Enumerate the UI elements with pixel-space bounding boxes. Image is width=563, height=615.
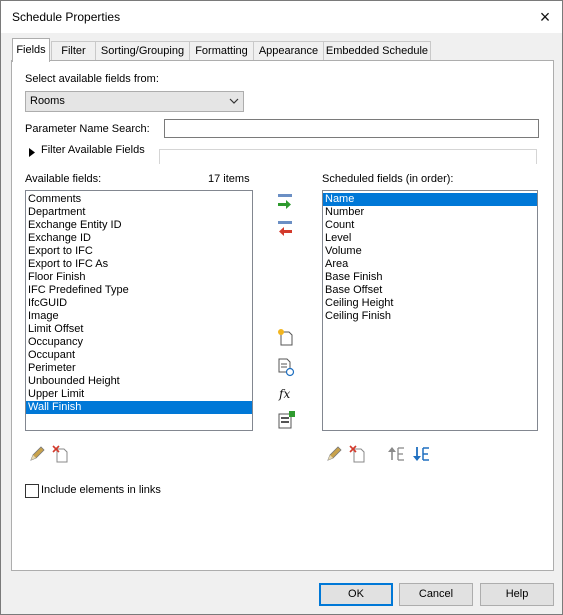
close-button[interactable]: ×: [527, 3, 563, 31]
category-dropdown-value: Rooms: [30, 95, 65, 107]
new-parameter-button[interactable]: [276, 327, 296, 347]
list-item[interactable]: Exchange ID: [26, 232, 252, 245]
list-item[interactable]: Ceiling Height: [323, 297, 537, 310]
tab-appearance[interactable]: Appearance: [253, 41, 324, 61]
close-icon: ×: [539, 6, 551, 27]
edit-parameter-button[interactable]: [27, 444, 47, 464]
schedule-properties-dialog: Schedule Properties × Fields Filter Sort…: [0, 0, 563, 615]
list-item[interactable]: Export to IFC As: [26, 258, 252, 271]
remove-field-button[interactable]: [275, 218, 295, 238]
list-item[interactable]: Occupancy: [26, 336, 252, 349]
tab-embedded-schedule[interactable]: Embedded Schedule: [323, 41, 431, 61]
add-parameter-icon: [278, 194, 292, 209]
scheduled-fields-label: Scheduled fields (in order):: [322, 173, 454, 185]
filter-group-divider: [159, 149, 537, 164]
parameter-search-label: Parameter Name Search:: [25, 123, 150, 135]
expand-arrow-icon: [29, 148, 35, 157]
list-item[interactable]: Base Offset: [323, 284, 537, 297]
available-fields-label: Available fields:: [25, 173, 102, 185]
list-item[interactable]: Exchange Entity ID: [26, 219, 252, 232]
delete-scheduled-parameter-button[interactable]: [348, 444, 368, 464]
list-item[interactable]: Department: [26, 206, 252, 219]
list-item[interactable]: Volume: [323, 245, 537, 258]
delete-parameter-button[interactable]: [51, 444, 71, 464]
filter-available-expander[interactable]: Filter Available Fields: [25, 143, 537, 164]
calculated-value-button[interactable]: fx: [276, 383, 296, 403]
list-item[interactable]: Ceiling Finish: [323, 310, 537, 323]
svg-text:fx: fx: [278, 387, 290, 401]
list-item[interactable]: IfcGUID: [26, 297, 252, 310]
pencil-icon: [327, 446, 342, 461]
list-item[interactable]: Image: [26, 310, 252, 323]
dialog-title: Schedule Properties: [12, 10, 121, 24]
move-up-icon: [388, 447, 404, 461]
filter-available-label: Filter Available Fields: [41, 144, 145, 156]
pencil-icon: [30, 446, 45, 461]
add-calculated-parameter-button[interactable]: [276, 357, 296, 377]
chevron-down-icon: [229, 98, 239, 104]
delete-parameter-icon: [349, 445, 365, 463]
list-item[interactable]: Limit Offset: [26, 323, 252, 336]
list-item[interactable]: Base Finish: [323, 271, 537, 284]
list-item[interactable]: Upper Limit: [26, 388, 252, 401]
list-item[interactable]: Floor Finish: [26, 271, 252, 284]
remove-parameter-icon: [278, 221, 292, 236]
move-down-icon: [413, 447, 429, 461]
category-dropdown[interactable]: Rooms: [25, 91, 244, 112]
list-item[interactable]: Comments: [26, 193, 252, 206]
scheduled-fields-list[interactable]: Name Number Count Level Volume Area Base…: [322, 190, 538, 431]
new-parameter-icon: [278, 329, 293, 346]
title-bar: Schedule Properties ×: [1, 1, 562, 33]
tab-formatting[interactable]: Formatting: [189, 41, 254, 61]
move-down-button[interactable]: [412, 444, 432, 464]
tab-sorting-grouping[interactable]: Sorting/Grouping: [95, 41, 190, 61]
available-count: 17 items: [208, 173, 250, 185]
list-item[interactable]: Perimeter: [26, 362, 252, 375]
tab-filter[interactable]: Filter: [51, 41, 96, 61]
delete-parameter-icon: [52, 445, 68, 463]
available-fields-list[interactable]: Comments Department Exchange Entity ID E…: [25, 190, 253, 431]
parameter-properties-icon: [278, 358, 295, 377]
tab-fields[interactable]: Fields: [12, 38, 50, 62]
list-item[interactable]: Area: [323, 258, 537, 271]
list-item[interactable]: Level: [323, 232, 537, 245]
list-item[interactable]: Count: [323, 219, 537, 232]
help-button[interactable]: Help: [480, 583, 554, 606]
edit-scheduled-parameter-button[interactable]: [324, 444, 344, 464]
formula-fx-icon: fx: [278, 387, 290, 401]
list-item[interactable]: Export to IFC: [26, 245, 252, 258]
include-links-label: Include elements in links: [41, 484, 161, 496]
list-item-selected[interactable]: Name: [323, 193, 537, 206]
include-links-checkbox[interactable]: Include elements in links: [25, 483, 185, 499]
list-item[interactable]: Occupant: [26, 349, 252, 362]
select-fields-from-label: Select available fields from:: [25, 73, 159, 85]
list-item[interactable]: IFC Predefined Type: [26, 284, 252, 297]
list-item[interactable]: Unbounded Height: [26, 375, 252, 388]
combine-parameters-icon: [278, 411, 295, 429]
add-field-button[interactable]: [275, 191, 295, 211]
list-item-selected[interactable]: Wall Finish: [26, 401, 252, 414]
checkbox-box[interactable]: [25, 484, 39, 498]
list-item[interactable]: Number: [323, 206, 537, 219]
move-up-button[interactable]: [387, 444, 407, 464]
parameter-search-input[interactable]: [164, 119, 539, 138]
ok-button[interactable]: OK: [319, 583, 393, 606]
combine-parameters-button[interactable]: [276, 410, 296, 430]
cancel-button[interactable]: Cancel: [399, 583, 473, 606]
